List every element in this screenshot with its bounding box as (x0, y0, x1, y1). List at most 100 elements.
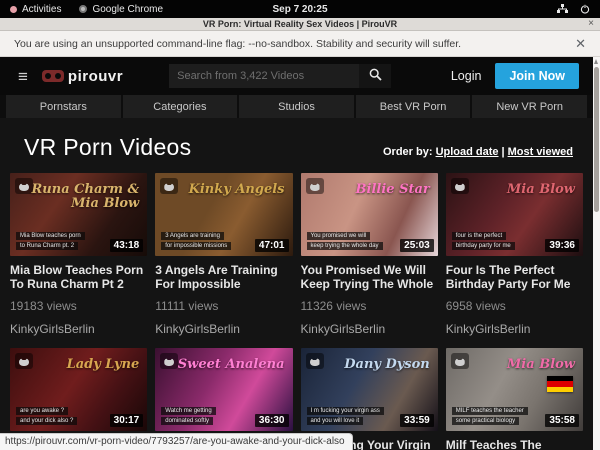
network-icon[interactable] (557, 4, 568, 14)
thumbnail-caption: Mia Blow teaches porn to Runa Charm pt. … (16, 232, 85, 250)
warning-message: You are using an unsupported command-lin… (14, 38, 461, 50)
site-content: ≡ pirouvr Login Join Now Pornstars Categ… (0, 57, 600, 450)
nav-item-pornstars[interactable]: Pornstars (6, 95, 121, 118)
menu-icon[interactable]: ≡ (14, 68, 32, 85)
video-studio-link[interactable]: KinkyGirlsBerlin (446, 322, 583, 336)
video-thumbnail[interactable]: Billie Star You promised we will keep tr… (301, 173, 438, 256)
video-views: 19183 views (10, 299, 147, 313)
site-logo[interactable]: pirouvr (42, 68, 123, 85)
thumbnail-overlay-name: Mia Blow (507, 183, 575, 197)
video-studio-link[interactable]: KinkyGirlsBerlin (155, 322, 292, 336)
system-top-bar: Activities Google Chrome Sep 7 20:25 (0, 0, 600, 18)
video-studio-link[interactable]: KinkyGirlsBerlin (301, 322, 438, 336)
chrome-warning-bar: You are using an unsupported command-lin… (0, 31, 600, 57)
search-button[interactable] (359, 64, 391, 88)
duration-badge: 36:30 (255, 414, 289, 427)
order-link-upload-date[interactable]: Upload date (436, 146, 499, 158)
nav-item-best-vr-porn[interactable]: Best VR Porn (356, 95, 471, 118)
duration-badge: 43:18 (110, 239, 144, 252)
duration-badge: 47:01 (255, 239, 289, 252)
browser-tab-bar: VR Porn: Virtual Reality Sex Videos | Pi… (0, 18, 600, 31)
search-input[interactable] (169, 64, 359, 88)
thumbnail-overlay-name: Mia Blow (507, 358, 575, 372)
video-thumbnail[interactable]: Sweet Analena Watch me getting dominated… (155, 348, 292, 431)
thumbnail-caption: I m fucking your virgin ass and you will… (307, 407, 384, 425)
video-studio-link[interactable]: KinkyGirlsBerlin (10, 322, 147, 336)
video-card: Mia Blow four is the perfect birthday pa… (446, 173, 583, 336)
page-title: VR Porn Videos (24, 134, 191, 161)
video-views: 6958 views (446, 299, 583, 313)
video-thumbnail[interactable]: Kinky Angels 3 Angels are training for i… (155, 173, 292, 256)
nav-item-categories[interactable]: Categories (123, 95, 238, 118)
scrollbar-thumb[interactable] (594, 67, 599, 212)
video-views: 11326 views (301, 299, 438, 313)
studio-cat-logo-icon (451, 178, 469, 194)
site-header: ≡ pirouvr Login Join Now (0, 57, 593, 95)
video-thumbnail[interactable]: Mia Blow four is the perfect birthday pa… (446, 173, 583, 256)
thumbnail-caption: 3 Angels are training for impossible mis… (161, 232, 231, 250)
scrollbar[interactable] (593, 57, 600, 450)
activities-button[interactable]: Activities (10, 4, 61, 15)
clock[interactable]: Sep 7 20:25 (272, 4, 327, 15)
main-nav: Pornstars Categories Studios Best VR Por… (0, 95, 593, 118)
studio-cat-logo-icon (306, 353, 324, 369)
warning-close-icon[interactable]: ✕ (575, 36, 586, 52)
tab-title[interactable]: VR Porn: Virtual Reality Sex Videos | Pi… (203, 19, 397, 29)
video-card: Kinky Angels 3 Angels are training for i… (155, 173, 292, 336)
video-title[interactable]: Milf Teaches The Teacher Some Practical … (446, 438, 583, 450)
thumbnail-overlay-name: Dany Dyson (344, 358, 430, 372)
tab-close-icon[interactable]: × (588, 19, 594, 29)
thumbnail-overlay-name: Billie Star (356, 183, 430, 197)
studio-cat-logo-icon (160, 178, 178, 194)
order-by-label: Order by: (383, 146, 433, 158)
thumbnail-caption: MILF teaches the teacher some practical … (452, 407, 528, 425)
screen: Activities Google Chrome Sep 7 20:25 VR … (0, 0, 600, 450)
video-grid: Runa Charm & Mia Blow Mia Blow teaches p… (0, 173, 593, 450)
duration-badge: 35:58 (545, 414, 579, 427)
nav-item-new-vr-porn[interactable]: New VR Porn (472, 95, 587, 118)
thumbnail-overlay-name: Kinky Angels (189, 183, 285, 197)
video-thumbnail[interactable]: Dany Dyson I m fucking your virgin ass a… (301, 348, 438, 431)
thumbnail-caption: four is the perfect birthday party for m… (452, 232, 515, 250)
video-title[interactable]: You Promised We Will Keep Trying The Who… (301, 263, 438, 292)
status-bar-url: https://pirouvr.com/vr-porn-video/779325… (0, 433, 353, 450)
video-title[interactable]: 3 Angels Are Training For Impossible Mis… (155, 263, 292, 292)
video-views: 11111 views (155, 299, 292, 313)
video-card: Mia Blow MILF teaches the teacher some p… (446, 348, 583, 450)
scroll-up-arrow-icon[interactable] (594, 59, 598, 64)
video-thumbnail[interactable]: Mia Blow MILF teaches the teacher some p… (446, 348, 583, 431)
duration-badge: 30:17 (110, 414, 144, 427)
thumbnail-caption: You promised we will keep trying the who… (307, 232, 383, 250)
video-card: Runa Charm & Mia Blow Mia Blow teaches p… (10, 173, 147, 336)
duration-badge: 33:59 (400, 414, 434, 427)
app-name-label: Google Chrome (92, 4, 163, 15)
studio-cat-logo-icon (15, 353, 33, 369)
video-title[interactable]: Mia Blow Teaches Porn To Runa Charm Pt 2 (10, 263, 147, 292)
activities-label: Activities (22, 4, 61, 15)
activities-dot-icon (10, 6, 17, 13)
thumbnail-overlay-name: Sweet Analena (178, 358, 285, 372)
thumbnail-overlay-name: Lady Lyne (67, 358, 140, 372)
video-thumbnail[interactable]: Lady Lyne are you awake ? and your dick … (10, 348, 147, 431)
video-card: Billie Star You promised we will keep tr… (301, 173, 438, 336)
order-separator: | (499, 146, 508, 158)
german-flag-icon (547, 376, 573, 392)
join-now-button[interactable]: Join Now (495, 63, 579, 89)
thumbnail-caption: Watch me getting dominated softly (161, 407, 215, 425)
nav-item-studios[interactable]: Studios (239, 95, 354, 118)
thumbnail-caption: are you awake ? and your dick also ? (16, 407, 77, 425)
video-thumbnail[interactable]: Runa Charm & Mia Blow Mia Blow teaches p… (10, 173, 147, 256)
logo-text: pirouvr (68, 68, 123, 85)
vr-goggles-icon (42, 70, 64, 82)
duration-badge: 39:36 (545, 239, 579, 252)
studio-cat-logo-icon (306, 178, 324, 194)
video-title[interactable]: Four Is The Perfect Birthday Party For M… (446, 263, 583, 292)
app-menu-chrome[interactable]: Google Chrome (79, 4, 163, 15)
login-link[interactable]: Login (451, 69, 482, 83)
power-icon[interactable] (580, 4, 590, 14)
chrome-app-icon (79, 5, 87, 13)
search-bar (169, 64, 391, 88)
order-by: Order by: Upload date|Most viewed (383, 146, 573, 158)
studio-cat-logo-icon (160, 353, 178, 369)
order-link-most-viewed[interactable]: Most viewed (508, 146, 573, 158)
